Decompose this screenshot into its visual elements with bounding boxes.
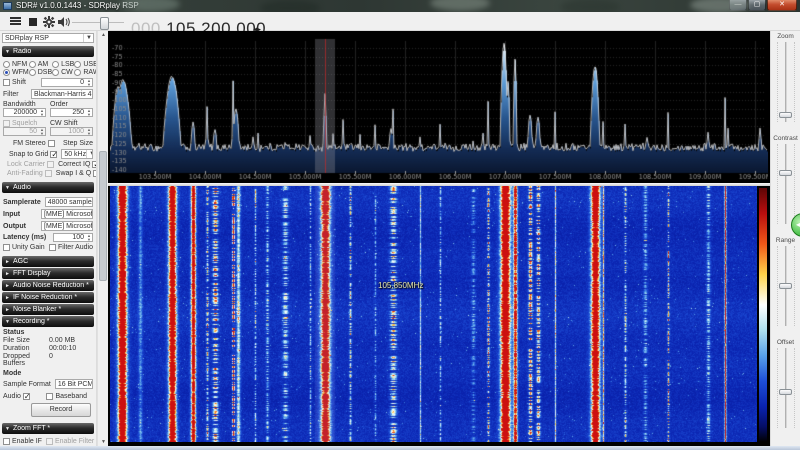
chevron-down-icon: ▼ (91, 90, 92, 98)
close-button[interactable]: ✕ (767, 0, 797, 11)
audio-output-select[interactable]: [MME] Microsoft S▼ (41, 221, 93, 231)
menu-icon[interactable] (10, 17, 21, 26)
display-area: 105.850MHz (108, 31, 770, 446)
range-slider-thumb[interactable] (778, 283, 792, 289)
scroll-up-icon[interactable]: ▲ (100, 32, 107, 38)
squelch-input[interactable]: 50 ▲ ▼ (3, 127, 46, 136)
panel-header-audio-noise-reduction[interactable]: ► Audio Noise Reduction * (2, 280, 94, 291)
volume-slider[interactable] (72, 22, 124, 23)
radio-icon[interactable] (52, 69, 60, 76)
panel-header-agc[interactable]: ► AGC (2, 256, 94, 267)
spectrum-plot[interactable] (110, 33, 768, 181)
speaker-icon[interactable] (58, 17, 71, 27)
collapse-arrow-icon: ► (5, 258, 10, 265)
collapse-arrow-icon: ► (5, 294, 10, 301)
chevron-down-icon: ▼ (86, 150, 92, 158)
samplerate-select[interactable]: 48000 sample/sec▼ (44, 197, 93, 207)
collapse-arrow-icon: ▼ (5, 184, 10, 191)
record-baseband-checkbox[interactable] (46, 393, 54, 400)
mode-raw[interactable]: RAW (74, 69, 96, 76)
order-input[interactable]: 250 ▲ ▼ (50, 108, 93, 117)
radio-icon[interactable] (3, 61, 10, 68)
contrast-slider[interactable]: Contrast (771, 135, 800, 224)
anti-fading-checkbox[interactable] (44, 170, 52, 177)
collapse-arrow-icon: ▼ (5, 318, 10, 325)
range-slider[interactable]: Range (771, 237, 800, 326)
window-bottom-border (0, 446, 800, 450)
chevron-down-icon: ▼ (83, 34, 92, 42)
enable-filter-checkbox[interactable] (45, 438, 53, 445)
filter-select[interactable]: Blackman-Harris 4▼ (31, 89, 93, 99)
sidebar: SDRplay RSP ▼ ▼ Radio NFM AM LSB USB WFM DSB C… (0, 31, 97, 446)
snap-to-grid-checkbox[interactable] (50, 150, 58, 159)
toolbar: 000.105.200.000 ◂▸ (0, 12, 800, 38)
radio-icon[interactable] (74, 69, 82, 76)
display-controls-panel: Zoom Contrast Range Offset (770, 31, 800, 446)
offset-slider-thumb[interactable] (778, 389, 792, 395)
mode-usb[interactable]: USB (74, 61, 96, 68)
record-button[interactable]: Record (31, 403, 91, 417)
gear-icon[interactable] (43, 16, 55, 28)
contrast-slider-thumb[interactable] (778, 170, 792, 176)
collapse-arrow-icon: ► (5, 282, 10, 289)
mode-dsb[interactable]: DSB (28, 69, 52, 76)
zoom-slider[interactable]: Zoom (771, 33, 800, 122)
sdrsharp-window: SDR# v1.0.0.1443 - SDRplay RSP — ▢ ✕ 000… (0, 0, 800, 450)
panel-header-if-noise-reduction[interactable]: ► IF Noise Reduction * (2, 292, 94, 303)
unity-gain-checkbox[interactable] (3, 244, 10, 251)
mode-wfm[interactable]: WFM (3, 69, 29, 76)
frequency-tooltip: 105.850MHz (378, 281, 424, 290)
collapse-arrow-icon: ▼ (5, 425, 10, 432)
mode-lsb[interactable]: LSB (52, 61, 74, 68)
scroll-down-icon[interactable]: ▼ (100, 439, 107, 445)
collapse-arrow-icon: ► (5, 306, 10, 313)
squelch-checkbox[interactable] (3, 120, 10, 127)
demod-mode-group: NFMAMLSBUSB WFMDSBCWRAW (3, 61, 96, 76)
stop-button[interactable] (29, 18, 37, 26)
fm-stereo-checkbox[interactable] (47, 140, 55, 147)
lock-carrier-checkbox[interactable] (47, 161, 55, 168)
shift-input[interactable]: 0 ▲ ▼ (41, 78, 93, 87)
volume-slider-thumb[interactable] (100, 17, 109, 30)
panel-header-noise-blanker[interactable]: ► Noise Blanker * (2, 304, 94, 315)
panel-header-recording[interactable]: ▼ Recording * (2, 316, 94, 327)
app-icon (3, 2, 12, 10)
scrollbar-thumb[interactable] (99, 151, 107, 281)
cw-shift-input[interactable]: 1000 ▲ ▼ (50, 127, 93, 136)
filter-audio-checkbox[interactable] (48, 244, 56, 251)
panel-header-fft-display[interactable]: ► FFT Display (2, 268, 94, 279)
collapse-arrow-icon: ► (5, 270, 10, 277)
radio-icon[interactable] (52, 61, 60, 68)
title-bar[interactable]: SDR# v1.0.0.1443 - SDRplay RSP — ▢ ✕ (0, 0, 800, 12)
record-audio-checkbox[interactable] (22, 392, 31, 401)
dropped-buffers-value: 0 (49, 353, 53, 360)
panel-header-zoom-fft[interactable]: ▼ Zoom FFT * (2, 423, 94, 434)
shift-checkbox[interactable] (3, 79, 10, 86)
zoom-slider-thumb[interactable] (778, 112, 792, 118)
enable-if-checkbox[interactable] (3, 438, 10, 445)
waterfall-color-scale (759, 188, 767, 442)
radio-icon[interactable] (74, 61, 82, 68)
source-select[interactable]: SDRplay RSP ▼ (2, 33, 94, 43)
audio-input-select[interactable]: [MME] Microsoft S▼ (41, 209, 93, 219)
maximize-button[interactable]: ▢ (748, 0, 766, 11)
bandwidth-input[interactable]: 200000 ▲ ▼ (3, 108, 46, 117)
collapse-arrow-icon: ▼ (5, 48, 10, 55)
mode-cw[interactable]: CW (52, 69, 74, 76)
radio-icon[interactable] (3, 69, 10, 76)
panel-header-radio[interactable]: ▼ Radio (2, 46, 94, 57)
step-size-select[interactable]: 50 kHz▼ (61, 149, 93, 159)
mode-am[interactable]: AM (28, 61, 52, 68)
radio-icon[interactable] (28, 61, 36, 68)
file-size-value: 0.00 MB (49, 337, 76, 344)
offset-slider[interactable]: Offset (771, 339, 800, 428)
waterfall-plot[interactable] (110, 186, 757, 442)
mode-nfm[interactable]: NFM (3, 61, 29, 68)
radio-icon[interactable] (28, 69, 36, 76)
panel-header-audio[interactable]: ▼ Audio (2, 182, 94, 193)
latency-input[interactable]: 100 ▲ ▼ (53, 233, 93, 242)
duration-value: 00:00:10 (49, 345, 77, 352)
sample-format-select[interactable]: 16 Bit PCM▼ (54, 379, 93, 389)
sidebar-scrollbar[interactable]: ▲ ▼ (97, 31, 108, 446)
